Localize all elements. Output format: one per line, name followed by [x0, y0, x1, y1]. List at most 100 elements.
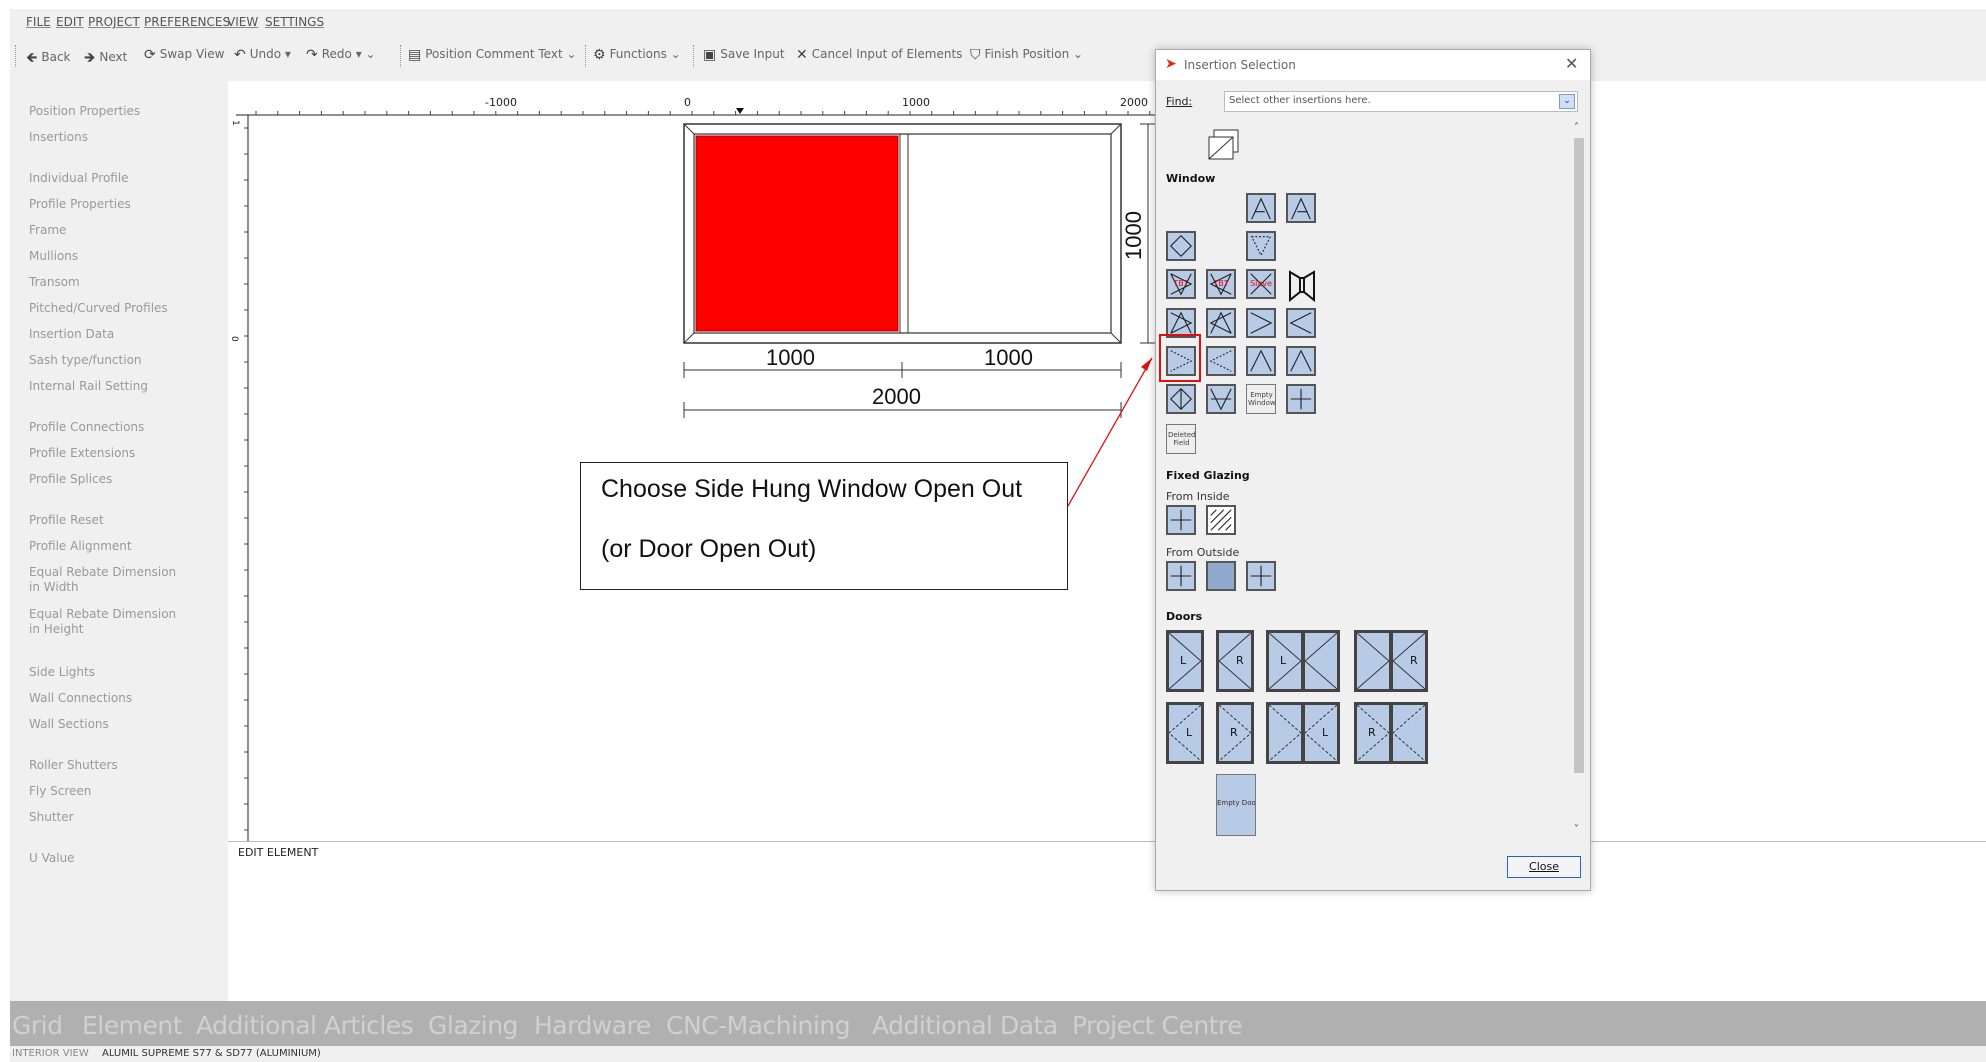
swap-view-button[interactable]: ⟳ Swap View [144, 47, 224, 63]
nav-equal-rebate-width[interactable]: Equal Rebate Dimension in Width [29, 565, 189, 595]
fixed-outside-cross-icon[interactable] [1166, 561, 1196, 591]
nav-transom[interactable]: Transom [29, 275, 80, 290]
tab-element[interactable]: Element [82, 1011, 183, 1040]
side-hung-right-icon[interactable] [1286, 308, 1316, 338]
dialog-scrollbar[interactable]: ˄ ˅ [1572, 122, 1586, 842]
double-sash-icon[interactable] [1288, 270, 1316, 303]
door-single-left-icon[interactable]: L [1166, 630, 1204, 692]
nav-shutter[interactable]: Shutter [29, 810, 74, 825]
close-button[interactable]: Close [1507, 856, 1581, 878]
nav-roller-shutters[interactable]: Roller Shutters [29, 758, 118, 773]
fixed-outside-frame-icon[interactable] [1246, 561, 1276, 591]
nav-fly-screen[interactable]: Fly Screen [29, 784, 91, 799]
nav-wall-sections[interactable]: Wall Sections [29, 717, 109, 732]
door-double-right-passive-icon[interactable] [1354, 630, 1392, 692]
side-hung-left-icon[interactable] [1246, 308, 1276, 338]
functions-button[interactable]: ⚙ Functions ⌄ [593, 47, 681, 63]
fixed-dotted-icon[interactable] [1246, 231, 1276, 261]
top-hung-icon[interactable] [1246, 346, 1276, 376]
position-comment-button[interactable]: ▤ Position Comment Text ⌄ [408, 47, 577, 63]
nav-equal-rebate-height[interactable]: Equal Rebate Dimension in Height [29, 607, 189, 637]
nav-position-properties[interactable]: Position Properties [29, 104, 140, 119]
redo-button[interactable]: ↷ Redo ▾ ⌄ [306, 47, 376, 63]
tilt-left-icon[interactable] [1286, 193, 1316, 223]
nav-mullions[interactable]: Mullions [29, 249, 78, 264]
back-button[interactable]: 🡸 Back [26, 47, 71, 71]
tab-project-centre[interactable]: Project Centre [1072, 1011, 1243, 1040]
scroll-up-icon[interactable]: ˄ [1574, 122, 1579, 133]
nav-insertions[interactable]: Insertions [29, 130, 88, 145]
side-hung-open-out-right-icon[interactable] [1206, 346, 1236, 376]
tab-additional-data[interactable]: Additional Data [872, 1011, 1058, 1040]
nav-u-value[interactable]: U Value [29, 851, 75, 866]
menu-project[interactable]: PROJECT [88, 15, 140, 29]
turn-tilt-right-icon[interactable] [1206, 308, 1236, 338]
empty-door-icon[interactable]: Empty Door [1216, 774, 1256, 836]
windows-stack-icon[interactable] [1206, 128, 1240, 162]
door-single-right-icon[interactable]: R [1216, 630, 1254, 692]
bottom-hung-icon[interactable] [1286, 346, 1316, 376]
deleted-field-icon[interactable]: Deleted Field [1166, 424, 1196, 454]
vertical-pivot-icon[interactable] [1166, 384, 1196, 414]
fixed-inside-cross-icon[interactable] [1166, 505, 1196, 535]
cancel-input-button[interactable]: ✕ Cancel Input of Elements [796, 47, 962, 63]
nav-profile-extensions[interactable]: Profile Extensions [29, 446, 135, 461]
selected-sash-field[interactable] [695, 135, 899, 332]
fixed-outside-dotted-icon[interactable] [1206, 561, 1236, 591]
nav-internal-rail-setting[interactable]: Internal Rail Setting [29, 379, 148, 394]
pivot-icon[interactable] [1166, 231, 1196, 261]
menu-edit[interactable]: EDIT [56, 15, 84, 29]
tab-additional-articles[interactable]: Additional Articles [196, 1011, 414, 1040]
nav-sash-type[interactable]: Sash type/function [29, 353, 142, 368]
menu-file[interactable]: FILE [26, 15, 51, 29]
chevron-down-icon[interactable]: ⌄ [1559, 94, 1575, 109]
slave-icon[interactable]: Slave [1246, 269, 1276, 299]
tilt-turn-left-icon[interactable]: TBT [1166, 269, 1196, 299]
tab-grid[interactable]: Grid [12, 1011, 63, 1040]
menu-settings[interactable]: SETTINGS [265, 15, 324, 29]
tab-cnc-machining[interactable]: CNC-Machining [666, 1011, 851, 1040]
door-double-right-active-icon[interactable]: R [1390, 630, 1428, 692]
tilt-right-icon[interactable] [1246, 193, 1276, 223]
tilt-turn-right-icon[interactable]: TBT [1206, 269, 1236, 299]
door-out-double-right-active-icon[interactable]: R [1354, 702, 1392, 764]
menu-preferences[interactable]: PREFERENCES [144, 15, 230, 29]
nav-profile-splices[interactable]: Profile Splices [29, 472, 112, 487]
tab-hardware[interactable]: Hardware [534, 1011, 651, 1040]
redo-label: Redo [321, 47, 352, 61]
nav-side-lights[interactable]: Side Lights [29, 665, 95, 680]
nav-frame[interactable]: Frame [29, 223, 66, 238]
nav-profile-reset[interactable]: Profile Reset [29, 513, 104, 528]
mullion-cross-icon[interactable] [1286, 384, 1316, 414]
door-double-left-passive-icon[interactable] [1302, 630, 1340, 692]
nav-insertion-data[interactable]: Insertion Data [29, 327, 114, 342]
nav-profile-alignment[interactable]: Profile Alignment [29, 539, 132, 554]
nav-individual-profile[interactable]: Individual Profile [29, 171, 129, 186]
tab-glazing[interactable]: Glazing [428, 1011, 518, 1040]
next-button[interactable]: 🡺 Next [84, 47, 127, 71]
finish-position-button[interactable]: ⛉ Finish Position ⌄ [970, 47, 1083, 63]
empty-window-icon[interactable]: Empty Window [1246, 384, 1276, 414]
door-out-single-right-icon[interactable]: R [1216, 702, 1254, 764]
door-out-double-left-active-icon[interactable]: L [1302, 702, 1340, 764]
nav-wall-connections[interactable]: Wall Connections [29, 691, 132, 706]
door-out-single-left-icon[interactable]: L [1166, 702, 1204, 764]
menu-view[interactable]: VIEW [227, 15, 258, 29]
nav-profile-properties[interactable]: Profile Properties [29, 197, 131, 212]
nav-pitched-curved-profiles[interactable]: Pitched/Curved Profiles [29, 301, 168, 316]
find-combobox[interactable]: Select other insertions here. ⌄ [1224, 91, 1578, 112]
dialog-titlebar[interactable]: ➤ Insertion Selection ✕ [1156, 50, 1590, 80]
back-label: Back [41, 50, 71, 64]
door-double-left-active-icon[interactable]: L [1266, 630, 1304, 692]
nav-profile-connections[interactable]: Profile Connections [29, 420, 144, 435]
door-out-double-passive-icon[interactable] [1266, 702, 1304, 764]
horizontal-pivot-icon[interactable] [1206, 384, 1236, 414]
door-out-double-right-passive-icon[interactable] [1390, 702, 1428, 764]
close-icon[interactable]: ✕ [1565, 54, 1578, 73]
scrollbar-thumb[interactable] [1574, 138, 1584, 773]
save-input-button[interactable]: ▣ Save Input [703, 47, 785, 63]
insertion-selection-dialog: ➤ Insertion Selection ✕ Find: Select oth… [1155, 49, 1591, 891]
scroll-down-icon[interactable]: ˅ [1574, 824, 1579, 835]
fixed-inside-hatched-icon[interactable] [1206, 505, 1236, 535]
undo-button[interactable]: ↶ Undo ▾ [234, 47, 291, 63]
